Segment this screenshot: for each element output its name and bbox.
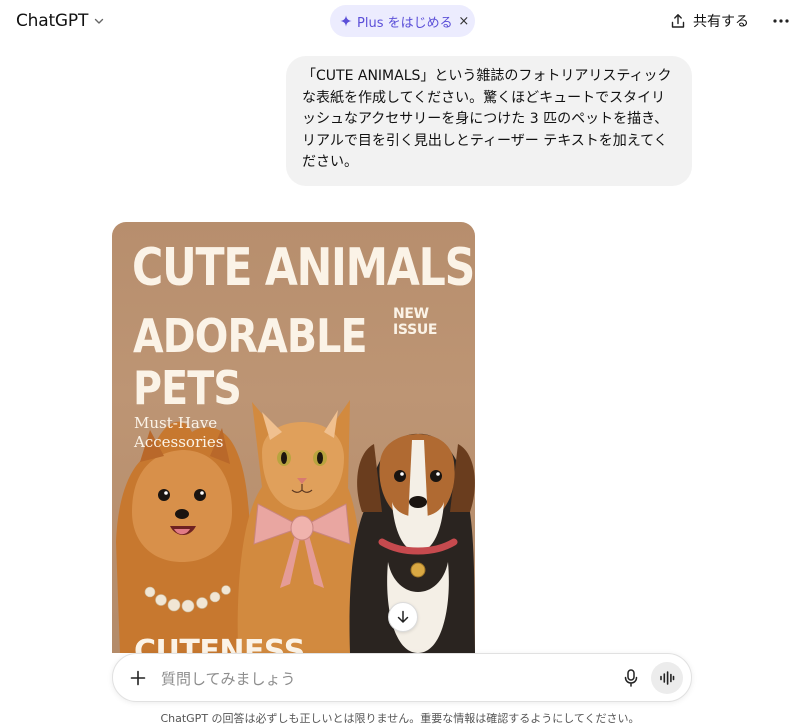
share-icon (671, 14, 685, 28)
upgrade-plus-banner[interactable]: Plus をはじめる × (330, 5, 475, 37)
cover-headline-line1: ADORABLE (133, 309, 368, 363)
more-options-button[interactable] (766, 7, 796, 35)
cover-issue-badge: NEW ISSUE (393, 306, 438, 338)
share-button[interactable]: 共有する (670, 7, 749, 35)
close-icon[interactable]: × (453, 8, 475, 34)
message-composer (112, 653, 692, 702)
arrow-down-icon (397, 610, 409, 623)
user-message-bubble: 「CUTE ANIMALS」という雑誌のフォトリアリスティックな表紙を作成してく… (286, 56, 692, 186)
cover-subhead-line2: Accessories (134, 433, 224, 451)
add-attachment-button[interactable] (125, 665, 151, 691)
cover-footer-text: CUTENESS (134, 634, 305, 653)
model-name: ChatGPT (16, 11, 89, 31)
user-message-text: 「CUTE ANIMALS」という雑誌のフォトリアリスティックな表紙を作成してく… (302, 68, 672, 170)
chevron-down-icon (94, 18, 104, 24)
message-input[interactable] (159, 666, 603, 692)
cover-subhead: Must-Have Accessories (134, 414, 274, 452)
cover-headline-line2: PETS (133, 361, 242, 415)
generated-image[interactable]: CUTE ANIMALS NEW ISSUE ADORABLE PETS Mus… (112, 222, 475, 653)
cover-masthead: CUTE ANIMALS (132, 238, 475, 298)
scroll-to-bottom-button[interactable] (388, 602, 418, 632)
upgrade-plus-label: Plus をはじめる (357, 15, 453, 31)
pomeranian (116, 421, 252, 653)
more-icon (773, 19, 789, 23)
model-switcher[interactable]: ChatGPT (16, 9, 104, 33)
voice-mode-icon (660, 671, 675, 685)
cover-headline: ADORABLE PETS (133, 310, 391, 414)
voice-mode-button[interactable] (651, 662, 683, 694)
disclaimer-text: ChatGPT の回答は必ずしも正しいとは限りません。重要な情報は確認するように… (160, 712, 640, 725)
sparkle-icon (340, 15, 352, 27)
dictate-button[interactable] (618, 665, 644, 691)
plus-icon (130, 670, 146, 686)
share-label: 共有する (693, 14, 749, 30)
microphone-icon (624, 669, 638, 687)
cover-subhead-line1: Must-Have (134, 414, 218, 432)
